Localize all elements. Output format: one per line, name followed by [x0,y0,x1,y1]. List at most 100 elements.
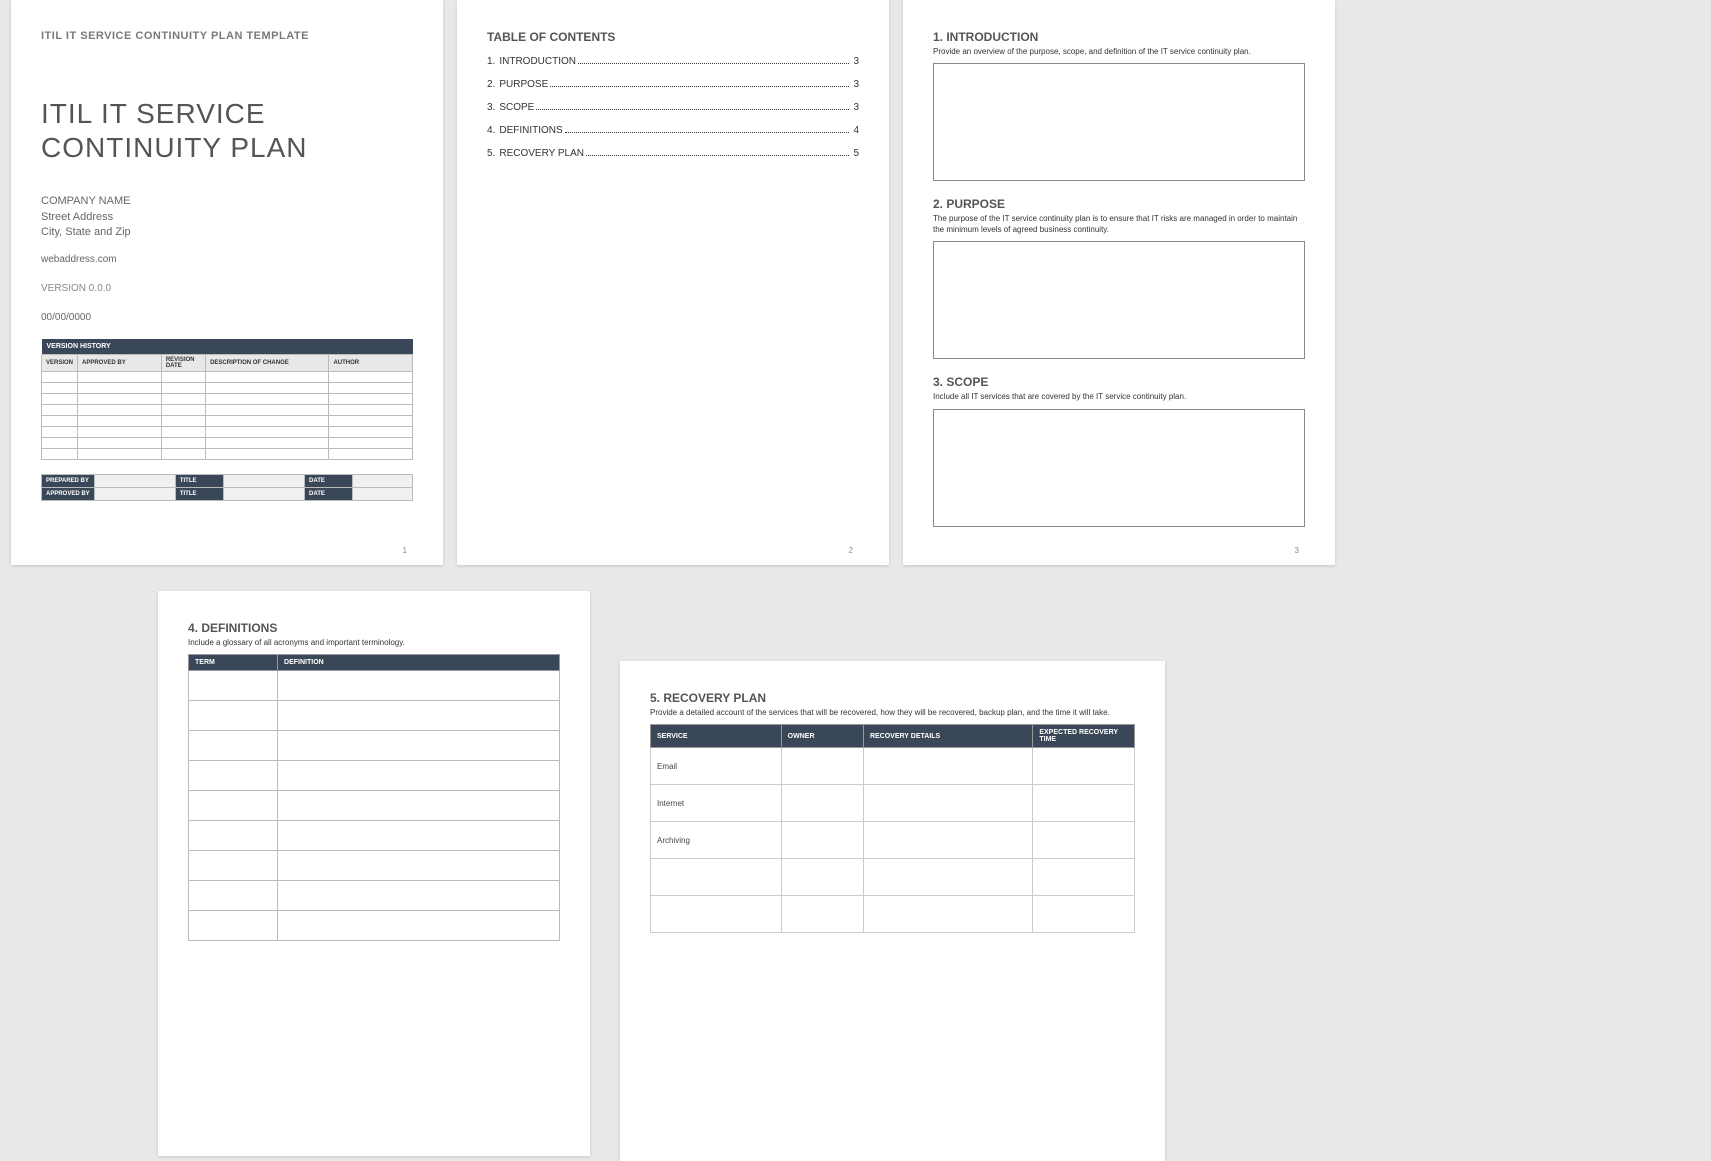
table-row [42,383,413,394]
prepared-by-label: PREPARED BY [42,475,95,488]
toc-entry: 3. SCOPE 3 [487,102,859,113]
table-row [189,731,560,761]
table-row [189,911,560,941]
street-address: Street Address [41,210,413,225]
col-approved-by: APPROVED BY [78,355,162,372]
page-number: 3 [1295,546,1299,555]
version-label: VERSION 0.0.0 [41,283,413,294]
table-row [42,405,413,416]
title-value-2 [223,488,304,501]
page-3: 1. INTRODUCTION Provide an overview of t… [903,0,1335,565]
recovery-heading: 5. RECOVERY PLAN [650,691,1135,705]
table-row [42,372,413,383]
service-cell: Internet [651,785,782,822]
date-value-1 [353,475,413,488]
table-row [189,671,560,701]
table-row [42,394,413,405]
toc-page: 3 [853,56,859,67]
table-row: Email [651,748,1135,785]
purpose-desc: The purpose of the IT service continuity… [933,214,1305,235]
table-row [189,821,560,851]
toc-dots [565,132,850,133]
recovery-table: SERVICE OWNER RECOVERY DETAILS EXPECTED … [650,724,1135,933]
toc-dots [586,155,849,156]
table-row [189,881,560,911]
service-cell: Archiving [651,822,782,859]
version-history-header: VERSION HISTORY [42,339,413,355]
toc-num: 2. [487,79,495,90]
section-recovery: 5. RECOVERY PLAN Provide a detailed acco… [650,691,1135,933]
table-row [42,427,413,438]
version-history-table: VERSION HISTORY VERSION APPROVED BY REVI… [41,339,413,460]
company-name: COMPANY NAME [41,194,413,209]
page-number: 2 [849,546,853,555]
section-introduction: 1. INTRODUCTION Provide an overview of t… [933,30,1305,181]
intro-desc: Provide an overview of the purpose, scop… [933,47,1305,57]
approval-table: PREPARED BY TITLE DATE APPROVED BY TITLE… [41,474,413,501]
page-4: 4. DEFINITIONS Include a glossary of all… [158,591,590,1156]
template-header: ITIL IT SERVICE CONTINUITY PLAN TEMPLATE [41,30,413,42]
intro-box[interactable] [933,63,1305,181]
intro-heading: 1. INTRODUCTION [933,30,1305,44]
owner-header: OWNER [781,725,863,748]
purpose-heading: 2. PURPOSE [933,197,1305,211]
table-row [42,416,413,427]
scope-heading: 3. SCOPE [933,375,1305,389]
page-number: 1 [403,546,407,555]
section-purpose: 2. PURPOSE The purpose of the IT service… [933,197,1305,359]
toc-entry: 1. INTRODUCTION 3 [487,56,859,67]
service-cell [651,859,782,896]
toc-page: 3 [853,102,859,113]
toc-num: 1. [487,56,495,67]
table-row [651,859,1135,896]
web-address: webaddress.com [41,254,413,265]
term-header: TERM [189,655,278,671]
service-header: SERVICE [651,725,782,748]
toc-num: 5. [487,148,495,159]
toc-label: INTRODUCTION [499,56,576,67]
definitions-heading: 4. DEFINITIONS [188,621,560,635]
table-row [42,438,413,449]
service-cell [651,896,782,933]
pages-container: ITIL IT SERVICE CONTINUITY PLAN TEMPLATE… [0,0,1711,1161]
approved-by-label: APPROVED BY [42,488,95,501]
page-1: ITIL IT SERVICE CONTINUITY PLAN TEMPLATE… [11,0,443,565]
col-desc: DESCRIPTION OF CHANGE [206,355,329,372]
toc-label: SCOPE [499,102,534,113]
date-value-2 [353,488,413,501]
toc-title: TABLE OF CONTENTS [487,30,859,44]
table-row [189,791,560,821]
toc-label: RECOVERY PLAN [499,148,584,159]
toc-dots [550,86,849,87]
toc-entry: 2. PURPOSE 3 [487,79,859,90]
toc-entry: 5. RECOVERY PLAN 5 [487,148,859,159]
toc-dots [578,63,849,64]
scope-box[interactable] [933,409,1305,527]
prepared-by-value [94,475,175,488]
company-info: COMPANY NAME Street Address City, State … [41,194,413,240]
service-cell: Email [651,748,782,785]
title-label-2: TITLE [175,488,223,501]
page-5: 5. RECOVERY PLAN Provide a detailed acco… [620,661,1165,1161]
section-scope: 3. SCOPE Include all IT services that ar… [933,375,1305,526]
title-label: TITLE [175,475,223,488]
table-row [42,449,413,460]
toc-label: DEFINITIONS [499,125,562,136]
col-author: AUTHOR [329,355,413,372]
time-header: EXPECTED RECOVERY TIME [1033,725,1135,748]
scope-desc: Include all IT services that are covered… [933,392,1305,402]
date-label-2: DATE [305,488,353,501]
col-version: VERSION [42,355,78,372]
table-row [651,896,1135,933]
date-label: 00/00/0000 [41,312,413,323]
table-row [189,761,560,791]
toc-page: 3 [853,79,859,90]
purpose-box[interactable] [933,241,1305,359]
recovery-desc: Provide a detailed account of the servic… [650,708,1135,718]
approved-by-value [94,488,175,501]
section-definitions: 4. DEFINITIONS Include a glossary of all… [188,621,560,941]
table-row [189,701,560,731]
col-revision-date: REVISION DATE [161,355,205,372]
title-value [223,475,304,488]
toc-entry: 4. DEFINITIONS 4 [487,125,859,136]
